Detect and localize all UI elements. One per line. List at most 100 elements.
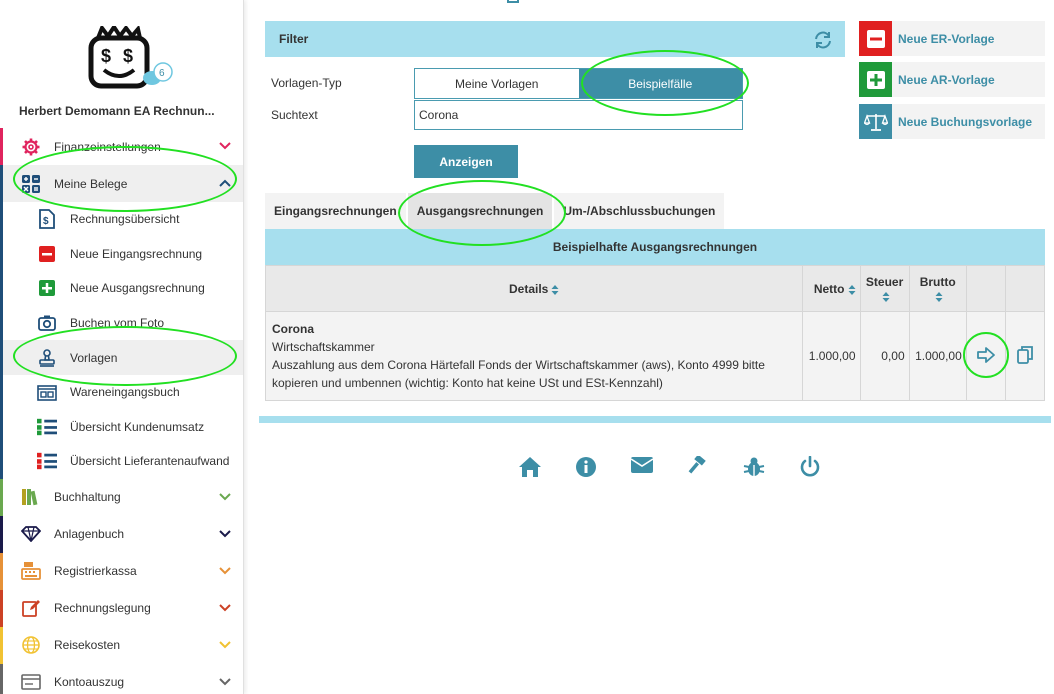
sidebar-subitem-rechnungsuebersicht[interactable]: $ Rechnungsübersicht xyxy=(0,202,243,237)
sidebar-item-label: Meine Belege xyxy=(54,176,128,191)
sidebar-item-anlagenbuch[interactable]: Anlagenbuch xyxy=(0,515,243,553)
home-icon[interactable] xyxy=(502,456,558,478)
new-er-template-button[interactable]: Neue ER-Vorlage xyxy=(859,21,1045,56)
templates-table: Details Netto Steuer Brutto Corona Wirts… xyxy=(264,265,1046,401)
column-header-details[interactable]: Details xyxy=(264,265,804,312)
section-divider xyxy=(259,416,1051,423)
minus-square-icon xyxy=(859,21,892,56)
column-header-steuer[interactable]: Steuer xyxy=(859,265,910,312)
camera-icon xyxy=(37,313,57,333)
sidebar-item-rechnungslegung[interactable]: Rechnungslegung xyxy=(0,589,243,627)
vorlagen-typ-toggle: Meine Vorlagen Beispielfälle xyxy=(414,68,743,99)
template-name: Corona xyxy=(272,322,314,336)
sidebar-subitem-wareneingangsbuch[interactable]: Wareneingangsbuch xyxy=(0,374,243,410)
svg-text:$: $ xyxy=(43,216,49,227)
table-title: Beispielhafte Ausgangsrechnungen xyxy=(265,229,1045,265)
sidebar-subitem-label: Übersicht Kundenumsatz xyxy=(70,419,205,434)
sidebar-subitem-label: Neue Eingangsrechnung xyxy=(70,246,203,261)
tab-um-abschlussbuchungen[interactable]: Um-/Abschlussbuchungen xyxy=(554,193,725,229)
stamp-icon xyxy=(37,348,57,368)
sidebar-subitem-label: Vorlagen xyxy=(70,350,118,365)
register-icon xyxy=(37,382,57,402)
sidebar-subitem-neue-ausgangsrechnung[interactable]: Neue Ausgangsrechnung xyxy=(0,271,243,306)
netto-cell: 1.000,00 xyxy=(802,311,861,401)
column-header-brutto[interactable]: Brutto xyxy=(908,265,967,312)
sidebar-item-label: Registrierkassa xyxy=(54,564,137,579)
sidebar-item-label: Buchhaltung xyxy=(54,490,121,505)
cash-register-icon xyxy=(21,561,41,581)
list-red-icon xyxy=(37,451,57,471)
diamond-icon xyxy=(21,524,41,544)
column-header-label: Steuer xyxy=(865,274,904,289)
arrow-right-icon[interactable] xyxy=(976,346,995,366)
sidebar-subitem-neue-eingangsrechnung[interactable]: Neue Eingangsrechnung xyxy=(0,236,243,272)
column-header-apply xyxy=(965,265,1006,312)
sidebar-subitem-uebersicht-lieferantenaufwand[interactable]: Übersicht Lieferantenaufwand xyxy=(0,444,243,479)
column-header-label: Details xyxy=(509,281,549,296)
chevron-down-icon xyxy=(218,490,232,504)
globe-icon xyxy=(21,635,41,655)
sidebar-item-label: Anlagenbuch xyxy=(54,527,125,542)
filter-header: Filter xyxy=(265,21,845,57)
new-ar-template-button[interactable]: Neue AR-Vorlage xyxy=(859,62,1045,97)
sidebar-subitem-buchen-vom-foto[interactable]: Buchen vom Foto xyxy=(0,305,243,341)
suchtext-label: Suchtext xyxy=(271,108,318,122)
list-icon xyxy=(37,417,57,437)
new-booking-template-button[interactable]: Neue Buchungsvorlage xyxy=(859,104,1045,139)
chevron-down-icon xyxy=(218,564,232,578)
sidebar-item-finanzeinstellungen[interactable]: Finanzeinstellungen xyxy=(0,128,243,165)
chevron-down-icon xyxy=(218,139,232,153)
books-icon xyxy=(21,487,41,507)
invoice-icon: $ xyxy=(37,209,57,230)
sidebar-item-buchhaltung[interactable]: Buchhaltung xyxy=(0,478,243,516)
show-button[interactable]: Anzeigen xyxy=(414,145,518,178)
tab-ausgangsrechnungen[interactable]: Ausgangsrechnungen xyxy=(407,193,553,237)
sidebar-item-label: Reisekosten xyxy=(54,638,121,653)
sidebar-subitem-vorlagen[interactable]: Vorlagen xyxy=(0,340,243,375)
details-cell: Corona Wirtschaftskammer Auszahlung aus … xyxy=(264,311,804,401)
sidebar-subitem-label: Neue Ausgangsrechnung xyxy=(70,281,205,296)
sort-icon xyxy=(551,284,559,296)
mail-icon[interactable] xyxy=(614,456,670,478)
template-description: Auszahlung aus dem Corona Härtefall Fond… xyxy=(272,358,765,390)
search-input[interactable] xyxy=(414,100,743,130)
copy-cell xyxy=(1004,311,1046,401)
sidebar-item-registrierkassa[interactable]: Registrierkassa xyxy=(0,552,243,590)
apply-cell xyxy=(965,311,1006,401)
user-name: Herbert Demomann EA Rechnun... xyxy=(19,104,215,118)
sidebar-subitem-uebersicht-kundenumsatz[interactable]: Übersicht Kundenumsatz xyxy=(0,409,243,445)
vorlagen-typ-label: Vorlagen-Typ xyxy=(271,76,342,90)
info-icon[interactable] xyxy=(558,456,614,478)
svg-text:$: $ xyxy=(101,46,111,66)
plus-square-icon xyxy=(859,62,892,97)
sidebar-item-kontoauszug[interactable]: Kontoauszug xyxy=(0,663,243,694)
sidebar-subitem-label: Buchen vom Foto xyxy=(70,316,165,331)
refresh-icon[interactable] xyxy=(813,30,833,50)
column-header-netto[interactable]: Netto xyxy=(802,265,861,312)
steuer-cell: 0,00 xyxy=(859,311,910,401)
chevron-up-icon xyxy=(218,176,232,190)
chevron-down-icon xyxy=(218,675,232,689)
option-meine-vorlagen[interactable]: Meine Vorlagen xyxy=(415,69,579,98)
sidebar-nav: Finanzeinstellungen Meine Belege $ Rechn… xyxy=(0,128,243,694)
chevron-down-icon xyxy=(218,527,232,541)
main-content: Filter Vorlagen-Typ Suchtext Meine Vorla… xyxy=(244,0,1054,694)
column-header-copy xyxy=(1004,265,1046,312)
sidebar-item-reisekosten[interactable]: Reisekosten xyxy=(0,626,243,664)
table-row: Corona Wirtschaftskammer Auszahlung aus … xyxy=(264,311,1046,401)
gavel-icon[interactable] xyxy=(670,456,726,478)
svg-text:$: $ xyxy=(123,46,133,66)
power-icon[interactable] xyxy=(782,456,838,478)
edit-icon xyxy=(21,598,41,618)
copy-icon[interactable] xyxy=(1017,345,1033,367)
tab-eingangsrechnungen[interactable]: Eingangsrechnungen xyxy=(265,193,406,229)
option-beispielfaelle[interactable]: Beispielfälle xyxy=(578,69,742,98)
scroll-remnant xyxy=(507,0,519,3)
bug-icon[interactable] xyxy=(726,456,782,478)
app-logo: $ $ 6 xyxy=(88,23,178,92)
new-er-template-label: Neue ER-Vorlage xyxy=(898,31,995,46)
card-icon xyxy=(21,672,41,692)
plus-square-icon xyxy=(37,278,57,298)
sidebar-item-meine-belege[interactable]: Meine Belege xyxy=(0,165,243,202)
sidebar-item-label: Rechnungslegung xyxy=(54,601,151,616)
